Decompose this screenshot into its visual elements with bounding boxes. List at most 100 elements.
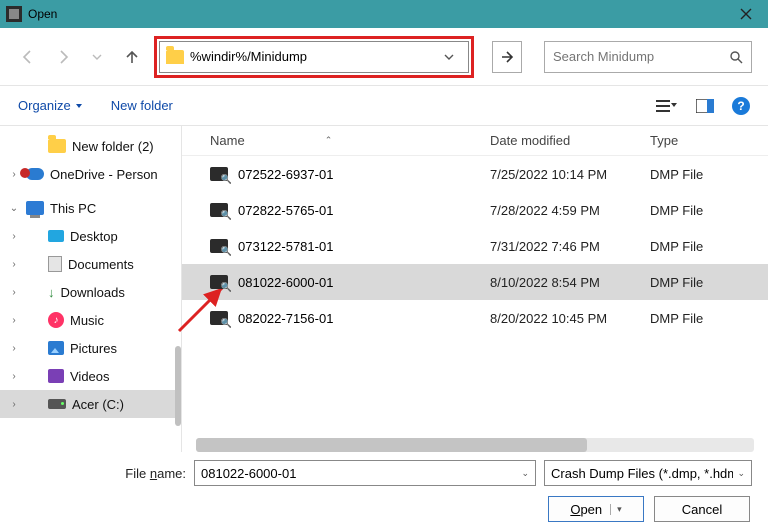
file-name-input[interactable]: [201, 466, 517, 481]
file-type: DMP File: [650, 239, 768, 254]
address-bar[interactable]: [159, 41, 469, 73]
nav-row: [0, 28, 768, 86]
file-name: 072822-5765-01: [238, 203, 333, 218]
column-header: Name ⌃ Date modified Type: [182, 126, 768, 156]
collapse-icon[interactable]: ⌄: [8, 203, 20, 214]
expand-icon[interactable]: ›: [8, 259, 20, 270]
sidebar-item-label: OneDrive - Person: [50, 167, 158, 182]
go-button[interactable]: [492, 41, 522, 73]
sidebar-item-desktop[interactable]: › Desktop: [0, 222, 181, 250]
dump-file-icon: [210, 275, 228, 289]
documents-icon: [48, 256, 62, 272]
address-dropdown[interactable]: [436, 52, 462, 62]
close-button[interactable]: [724, 0, 768, 28]
pc-icon: [26, 201, 44, 215]
table-row[interactable]: 073122-5781-017/31/2022 7:46 PMDMP File: [182, 228, 768, 264]
table-row[interactable]: 081022-6000-01 8/10/2022 8:54 PMDMP File: [182, 264, 768, 300]
music-icon: ♪: [48, 312, 64, 328]
expand-icon[interactable]: ›: [8, 169, 20, 180]
column-name-label: Name: [210, 133, 245, 148]
expand-icon[interactable]: ›: [8, 287, 20, 298]
titlebar: Open: [0, 0, 768, 28]
view-menu[interactable]: [656, 99, 678, 113]
horizontal-scrollbar[interactable]: [196, 438, 754, 452]
arrow-left-icon: [20, 49, 36, 65]
search-input[interactable]: [553, 49, 729, 64]
chevron-down-icon[interactable]: ⌄: [737, 468, 745, 479]
chevron-down-icon: [92, 52, 102, 62]
table-row[interactable]: 072822-5765-017/28/2022 4:59 PMDMP File: [182, 192, 768, 228]
column-name[interactable]: Name ⌃: [210, 133, 490, 148]
expand-icon[interactable]: ›: [8, 371, 20, 382]
file-name-combobox[interactable]: ⌄: [194, 460, 536, 486]
table-row[interactable]: 082022-7156-018/20/2022 10:45 PMDMP File: [182, 300, 768, 336]
dump-file-icon: [210, 167, 228, 181]
column-date-label: Date modified: [490, 133, 570, 148]
table-row[interactable]: 072522-6937-017/25/2022 10:14 PMDMP File: [182, 156, 768, 192]
sidebar-item-onedrive[interactable]: › OneDrive - Person: [0, 160, 181, 188]
sidebar-item-this-pc[interactable]: ⌄ This PC: [0, 194, 181, 222]
sidebar-item-label: Downloads: [61, 285, 125, 300]
column-date[interactable]: Date modified: [490, 133, 650, 148]
app-icon: [6, 6, 22, 22]
file-name: 081022-6000-01: [238, 275, 333, 290]
cancel-button[interactable]: Cancel: [654, 496, 750, 522]
arrow-right-icon: [499, 49, 515, 65]
sidebar-item-label: This PC: [50, 201, 96, 216]
sidebar-item-new-folder[interactable]: New folder (2): [0, 132, 181, 160]
downloads-icon: ↓: [48, 285, 55, 300]
up-button[interactable]: [120, 43, 145, 71]
help-button[interactable]: ?: [732, 97, 750, 115]
sidebar-item-label: New folder (2): [72, 139, 154, 154]
preview-pane-button[interactable]: [696, 99, 714, 113]
file-date: 8/10/2022 8:54 PM: [490, 275, 650, 290]
sidebar-item-drive-c[interactable]: › Acer (C:): [0, 390, 181, 418]
sidebar-item-label: Acer (C:): [72, 397, 124, 412]
search-box[interactable]: [544, 41, 752, 73]
chevron-down-icon[interactable]: ⌄: [521, 468, 529, 479]
body: New folder (2) › OneDrive - Person ⌄ Thi…: [0, 126, 768, 452]
videos-icon: [48, 369, 64, 383]
forward-button[interactable]: [51, 43, 76, 71]
footer: File name: ⌄ Crash Dump Files (*.dmp, *.…: [0, 452, 768, 526]
sidebar-item-music[interactable]: › ♪ Music: [0, 306, 181, 334]
organize-label: Organize: [18, 98, 71, 113]
sidebar-item-label: Videos: [70, 369, 110, 384]
window-title: Open: [28, 7, 57, 21]
address-highlight: [154, 36, 474, 78]
sidebar-scrollbar[interactable]: [175, 346, 181, 426]
arrow-right-icon: [55, 49, 71, 65]
file-type: DMP File: [650, 275, 768, 290]
new-folder-label: New folder: [111, 98, 173, 113]
sidebar-item-downloads[interactable]: › ↓ Downloads: [0, 278, 181, 306]
list-icon: [656, 99, 678, 113]
sidebar-item-videos[interactable]: › Videos: [0, 362, 181, 390]
back-button[interactable]: [16, 43, 41, 71]
cancel-label: Cancel: [682, 502, 722, 517]
file-name: 073122-5781-01: [238, 239, 333, 254]
file-type-filter[interactable]: Crash Dump Files (*.dmp, *.hdm ⌄: [544, 460, 752, 486]
expand-icon[interactable]: ›: [8, 231, 20, 242]
sidebar-item-documents[interactable]: › Documents: [0, 250, 181, 278]
recent-dropdown[interactable]: [85, 43, 110, 71]
organize-menu[interactable]: Organize: [18, 98, 83, 113]
file-name: 072522-6937-01: [238, 167, 333, 182]
sidebar-item-pictures[interactable]: › Pictures: [0, 334, 181, 362]
chevron-down-icon[interactable]: ▾: [610, 504, 622, 515]
search-icon: [729, 50, 743, 64]
file-rows: 072522-6937-01 7/25/2022 10:14 PM DMP File…: [182, 156, 768, 436]
file-type: DMP File: [650, 203, 768, 218]
file-type: DMP File: [650, 311, 768, 326]
pictures-icon: [48, 341, 64, 355]
dump-file-icon: [210, 239, 228, 253]
expand-icon[interactable]: ›: [8, 343, 20, 354]
new-folder-button[interactable]: New folder: [111, 98, 173, 113]
close-icon: [740, 8, 752, 20]
expand-icon[interactable]: ›: [8, 315, 20, 326]
column-type[interactable]: Type: [650, 133, 768, 148]
file-date: 7/25/2022 10:14 PM: [490, 167, 650, 182]
arrow-up-icon: [124, 49, 140, 65]
address-input[interactable]: [190, 49, 436, 64]
open-button[interactable]: Open ▾: [548, 496, 644, 522]
expand-icon[interactable]: ›: [8, 399, 20, 410]
